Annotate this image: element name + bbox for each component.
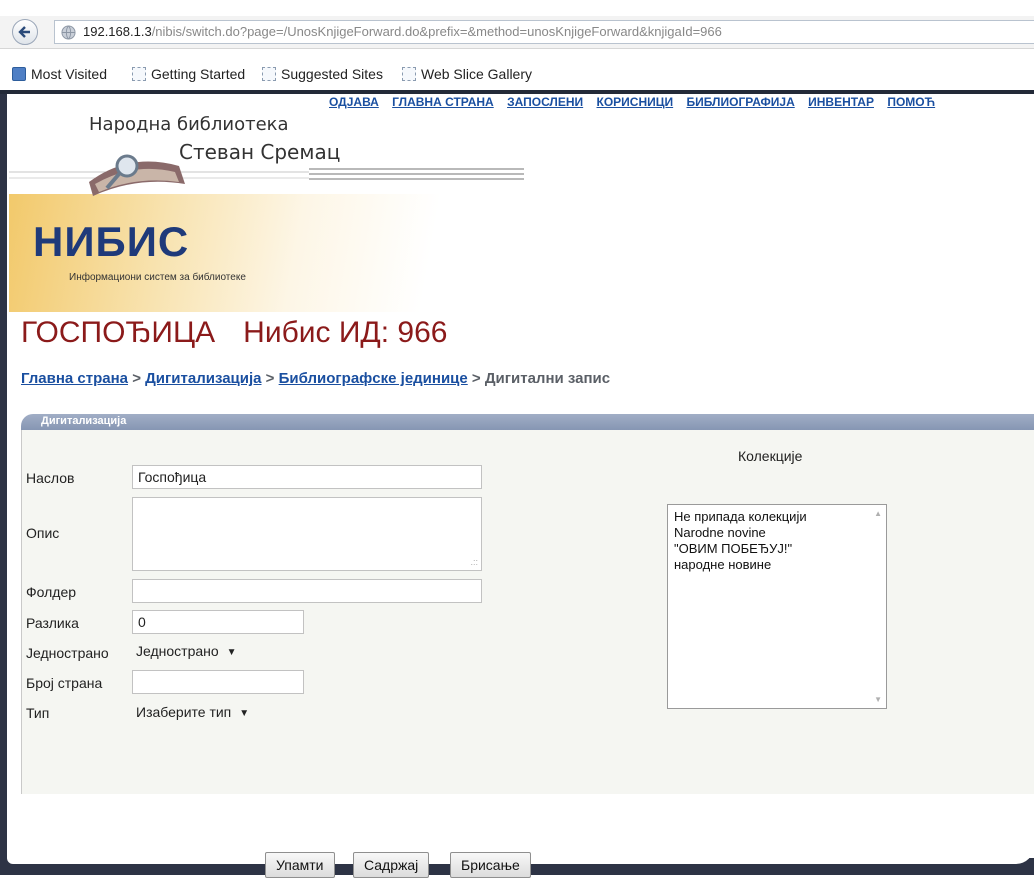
- bookmark-suggested-sites[interactable]: Suggested Sites: [262, 66, 383, 82]
- bookmark-label: Web Slice Gallery: [421, 66, 533, 82]
- page-count-label: Број страна: [26, 675, 103, 691]
- breadcrumb-digitalization[interactable]: Дигитализација: [145, 370, 261, 387]
- dropdown-arrow-icon: ▼: [239, 708, 250, 719]
- scroll-up-icon[interactable]: ▲: [874, 509, 882, 518]
- breadcrumb-separator: >: [471, 370, 481, 387]
- type-select-value: Изаберите тип: [136, 704, 232, 720]
- globe-icon: [61, 25, 76, 40]
- nav-bibliography[interactable]: БИБЛИОГРАФИЈА: [686, 95, 794, 109]
- nav-help[interactable]: ПОМОЋ: [887, 95, 935, 109]
- title-input[interactable]: [132, 465, 482, 489]
- page-frame-left: [0, 94, 7, 858]
- single-sided-select-value: Једнострано: [136, 643, 219, 659]
- folder-label: Фолдер: [26, 584, 77, 600]
- nibis-id: Нибис ИД: 966: [243, 316, 448, 349]
- back-arrow-icon: [18, 26, 30, 38]
- save-button[interactable]: Упамти: [265, 852, 335, 878]
- breadcrumb-current: Дигитални запис: [484, 370, 611, 387]
- page-icon: [402, 67, 416, 81]
- url-host: 192.168.1.3: [83, 24, 152, 39]
- page-count-input[interactable]: [132, 670, 304, 694]
- url-field[interactable]: 192.168.1.3/nibis/switch.do?page=/UnosKn…: [54, 20, 1034, 44]
- delete-button[interactable]: Брисање: [450, 852, 531, 878]
- bookmark-most-visited[interactable]: Most Visited: [12, 66, 107, 82]
- browser-address-bar: 192.168.1.3/nibis/switch.do?page=/UnosKn…: [0, 16, 1034, 49]
- url-text: 192.168.1.3/nibis/switch.do?page=/UnosKn…: [83, 24, 722, 39]
- collection-option[interactable]: Narodne novine: [674, 525, 766, 540]
- content-button[interactable]: Садржај: [353, 852, 430, 878]
- single-sided-label: Једнострано: [26, 645, 109, 661]
- page-content: ОДЈАВА ГЛАВНА СТРАНА ЗАПОСЛЕНИ КОРИСНИЦИ…: [7, 94, 1034, 878]
- title-label: Наслов: [26, 470, 75, 486]
- breadcrumb-home[interactable]: Главна страна: [21, 370, 128, 387]
- back-button[interactable]: [12, 19, 38, 45]
- scroll-down-icon[interactable]: ▼: [874, 695, 882, 704]
- collection-option[interactable]: Не припада колекцији: [674, 509, 807, 524]
- breadcrumb-separator: >: [132, 370, 141, 387]
- nav-inventory[interactable]: ИНВЕНТАР: [808, 95, 874, 109]
- difference-label: Разлика: [26, 615, 79, 631]
- folder-input[interactable]: [132, 579, 482, 603]
- description-textarea[interactable]: .::: [132, 497, 482, 571]
- collections-listbox[interactable]: Не припада колекцији Narodne novine "ОВИ…: [667, 504, 887, 709]
- single-sided-select[interactable]: Једнострано ▼: [132, 640, 241, 664]
- bookmark-label: Suggested Sites: [281, 66, 383, 82]
- difference-input[interactable]: [132, 610, 304, 634]
- bookmark-label: Most Visited: [31, 66, 107, 82]
- nibis-tagline: Информациони систем за библиотеке: [69, 272, 246, 283]
- bookmarks-bar: Most Visited Getting Started Suggested S…: [0, 64, 1034, 88]
- library-name-line2: Стеван Сремац: [179, 140, 341, 164]
- type-select[interactable]: Изаберите тип ▼: [132, 701, 253, 725]
- panel-header: Дигитализација: [21, 414, 1034, 430]
- page-icon: [132, 67, 146, 81]
- collection-option[interactable]: "ОВИМ ПОБЕЂУЈ!": [674, 541, 792, 556]
- description-label: Опис: [26, 525, 60, 541]
- library-name-line1: Народна библиотека: [89, 114, 289, 135]
- bookmark-folder-icon: [12, 67, 26, 81]
- logo-decorative-lines: [309, 168, 524, 188]
- page-title: ГОСПОЂИЦА Нибис ИД: 966: [21, 316, 447, 350]
- library-logo: Народна библиотека Стеван Сремац НИБИС И…: [9, 106, 529, 312]
- digitalization-form: Наслов Опис .:: Фолдер Разлика Једностра…: [21, 430, 1034, 878]
- breadcrumb: Главна страна > Дигитализација > Библиог…: [21, 370, 610, 387]
- nav-users[interactable]: КОРИСНИЦИ: [597, 95, 674, 109]
- bookmark-web-slice-gallery[interactable]: Web Slice Gallery: [402, 66, 532, 82]
- collection-option[interactable]: народне новине: [674, 557, 771, 572]
- breadcrumb-separator: >: [265, 370, 275, 387]
- book-title: ГОСПОЂИЦА: [21, 316, 216, 349]
- type-label: Тип: [26, 705, 50, 721]
- url-path: /nibis/switch.do?page=/UnosKnjigeForward…: [151, 24, 722, 39]
- bookmark-getting-started[interactable]: Getting Started: [132, 66, 245, 82]
- dropdown-arrow-icon: ▼: [226, 647, 237, 658]
- page-icon: [262, 67, 276, 81]
- resize-grip-icon[interactable]: .::: [470, 558, 478, 567]
- panel-header-title: Дигитализација: [41, 415, 127, 427]
- bookmark-label: Getting Started: [151, 66, 246, 82]
- breadcrumb-bibliographic-units[interactable]: Библиографске јединице: [279, 370, 468, 387]
- nibis-logo: НИБИС: [33, 218, 190, 265]
- collections-title: Колекције: [738, 448, 803, 464]
